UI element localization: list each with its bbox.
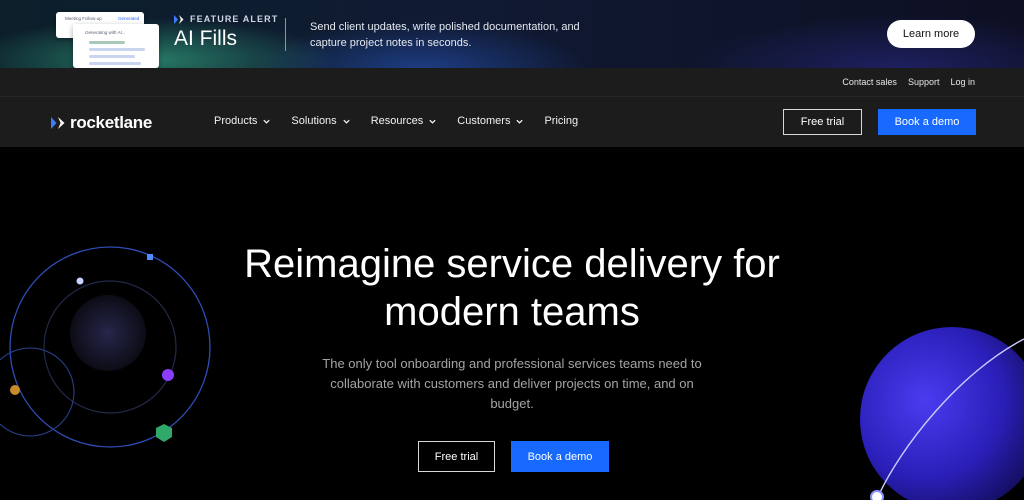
card-back-pill: Generated <box>118 16 140 21</box>
feature-description: Send client updates, write polished docu… <box>310 21 580 49</box>
hero-subtitle: The only tool onboarding and professiona… <box>322 356 702 411</box>
nav-item-customers[interactable]: Customers <box>457 115 524 127</box>
hero-free-trial-button[interactable]: Free trial <box>418 441 495 472</box>
banner-divider <box>285 18 286 51</box>
feature-alert-banner: Meeting Follow-up Generated Generating w… <box>0 0 1024 68</box>
card-line <box>89 41 125 44</box>
nav-item-products[interactable]: Products <box>214 115 271 127</box>
card-line <box>89 55 135 58</box>
nav-menu: Products Solutions Resources Customers P… <box>214 115 578 127</box>
hero-title: Reimagine service delivery for modern te… <box>0 240 1024 336</box>
rocketlane-logo[interactable]: rocketlane <box>51 113 152 133</box>
nav-item-label: Resources <box>370 115 424 127</box>
nav-item-label: Products <box>214 115 258 127</box>
nav-book-demo-button[interactable]: Book a demo <box>878 109 976 135</box>
card-line <box>89 62 141 65</box>
hero-section: Reimagine service delivery for modern te… <box>0 147 1024 500</box>
nav-item-solutions[interactable]: Solutions <box>291 115 350 127</box>
nav-item-label: Customers <box>457 115 511 127</box>
log-in-link[interactable]: Log in <box>950 77 975 87</box>
hero-title-line: modern teams <box>384 290 640 334</box>
card-line <box>89 48 145 51</box>
rocketlane-chevron-icon <box>174 14 184 24</box>
contact-sales-link[interactable]: Contact sales <box>842 77 897 87</box>
nav-item-pricing[interactable]: Pricing <box>544 115 578 127</box>
nav-item-resources[interactable]: Resources <box>371 115 438 127</box>
utility-links: Contact sales Support Log in <box>842 77 975 87</box>
feature-title: AI Fills <box>174 27 237 50</box>
nav-free-trial-button[interactable]: Free trial <box>783 109 862 135</box>
orbit-dot <box>10 385 20 395</box>
rocketlane-chevron-icon <box>51 117 65 129</box>
support-link[interactable]: Support <box>908 77 940 87</box>
feature-alert-label: FEATURE ALERT <box>190 14 279 24</box>
chevron-down-icon <box>263 119 271 124</box>
learn-more-button[interactable]: Learn more <box>887 20 975 48</box>
logo-wordmark: rocketlane <box>70 113 153 132</box>
sphere-decoration-right <box>860 327 1024 500</box>
orbit-dot <box>162 369 174 381</box>
chevron-down-icon <box>516 119 524 124</box>
utility-bar: Contact sales Support Log in <box>0 68 1024 96</box>
chevron-down-icon <box>343 119 350 124</box>
feature-alert-eyebrow: FEATURE ALERT <box>174 14 278 24</box>
nav-item-label: Solutions <box>291 115 337 127</box>
hero-book-demo-button[interactable]: Book a demo <box>511 441 609 472</box>
card-back-title: Meeting Follow-up <box>65 16 102 21</box>
hero-title-line: Reimagine service delivery for <box>244 242 780 286</box>
card-front-text: Generating with AI... <box>85 30 126 35</box>
main-nav: rocketlane Products Solutions Resources … <box>0 96 1024 147</box>
banner-illustration-card-front: Generating with AI... <box>73 24 159 68</box>
chevron-down-icon <box>429 119 436 124</box>
nav-item-label: Pricing <box>544 115 579 127</box>
